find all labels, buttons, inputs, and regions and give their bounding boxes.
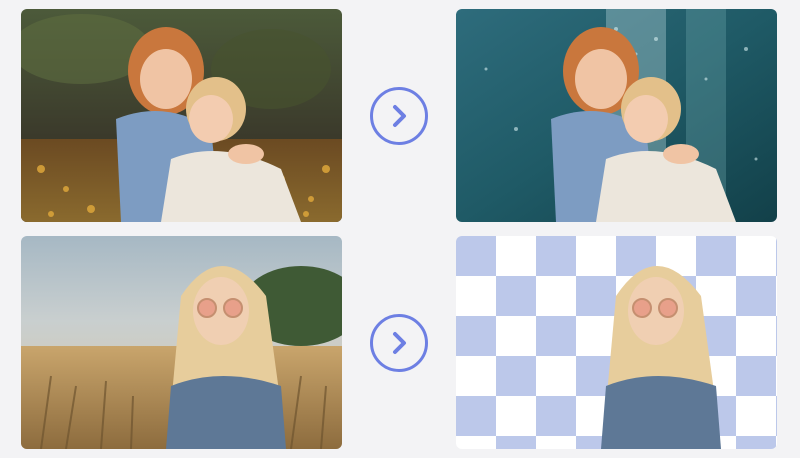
before-image-girls-autumn — [21, 9, 342, 222]
convert-arrow-button-1[interactable] — [370, 87, 428, 145]
chevron-right-icon — [393, 332, 406, 354]
convert-arrow-button-2[interactable] — [370, 314, 428, 372]
before-image-woman-wheat-field — [21, 236, 342, 449]
chevron-right-icon — [393, 105, 406, 127]
before-after-showcase — [0, 0, 800, 458]
after-image-woman-transparent-background — [456, 236, 777, 449]
after-image-girls-new-background — [456, 9, 777, 222]
